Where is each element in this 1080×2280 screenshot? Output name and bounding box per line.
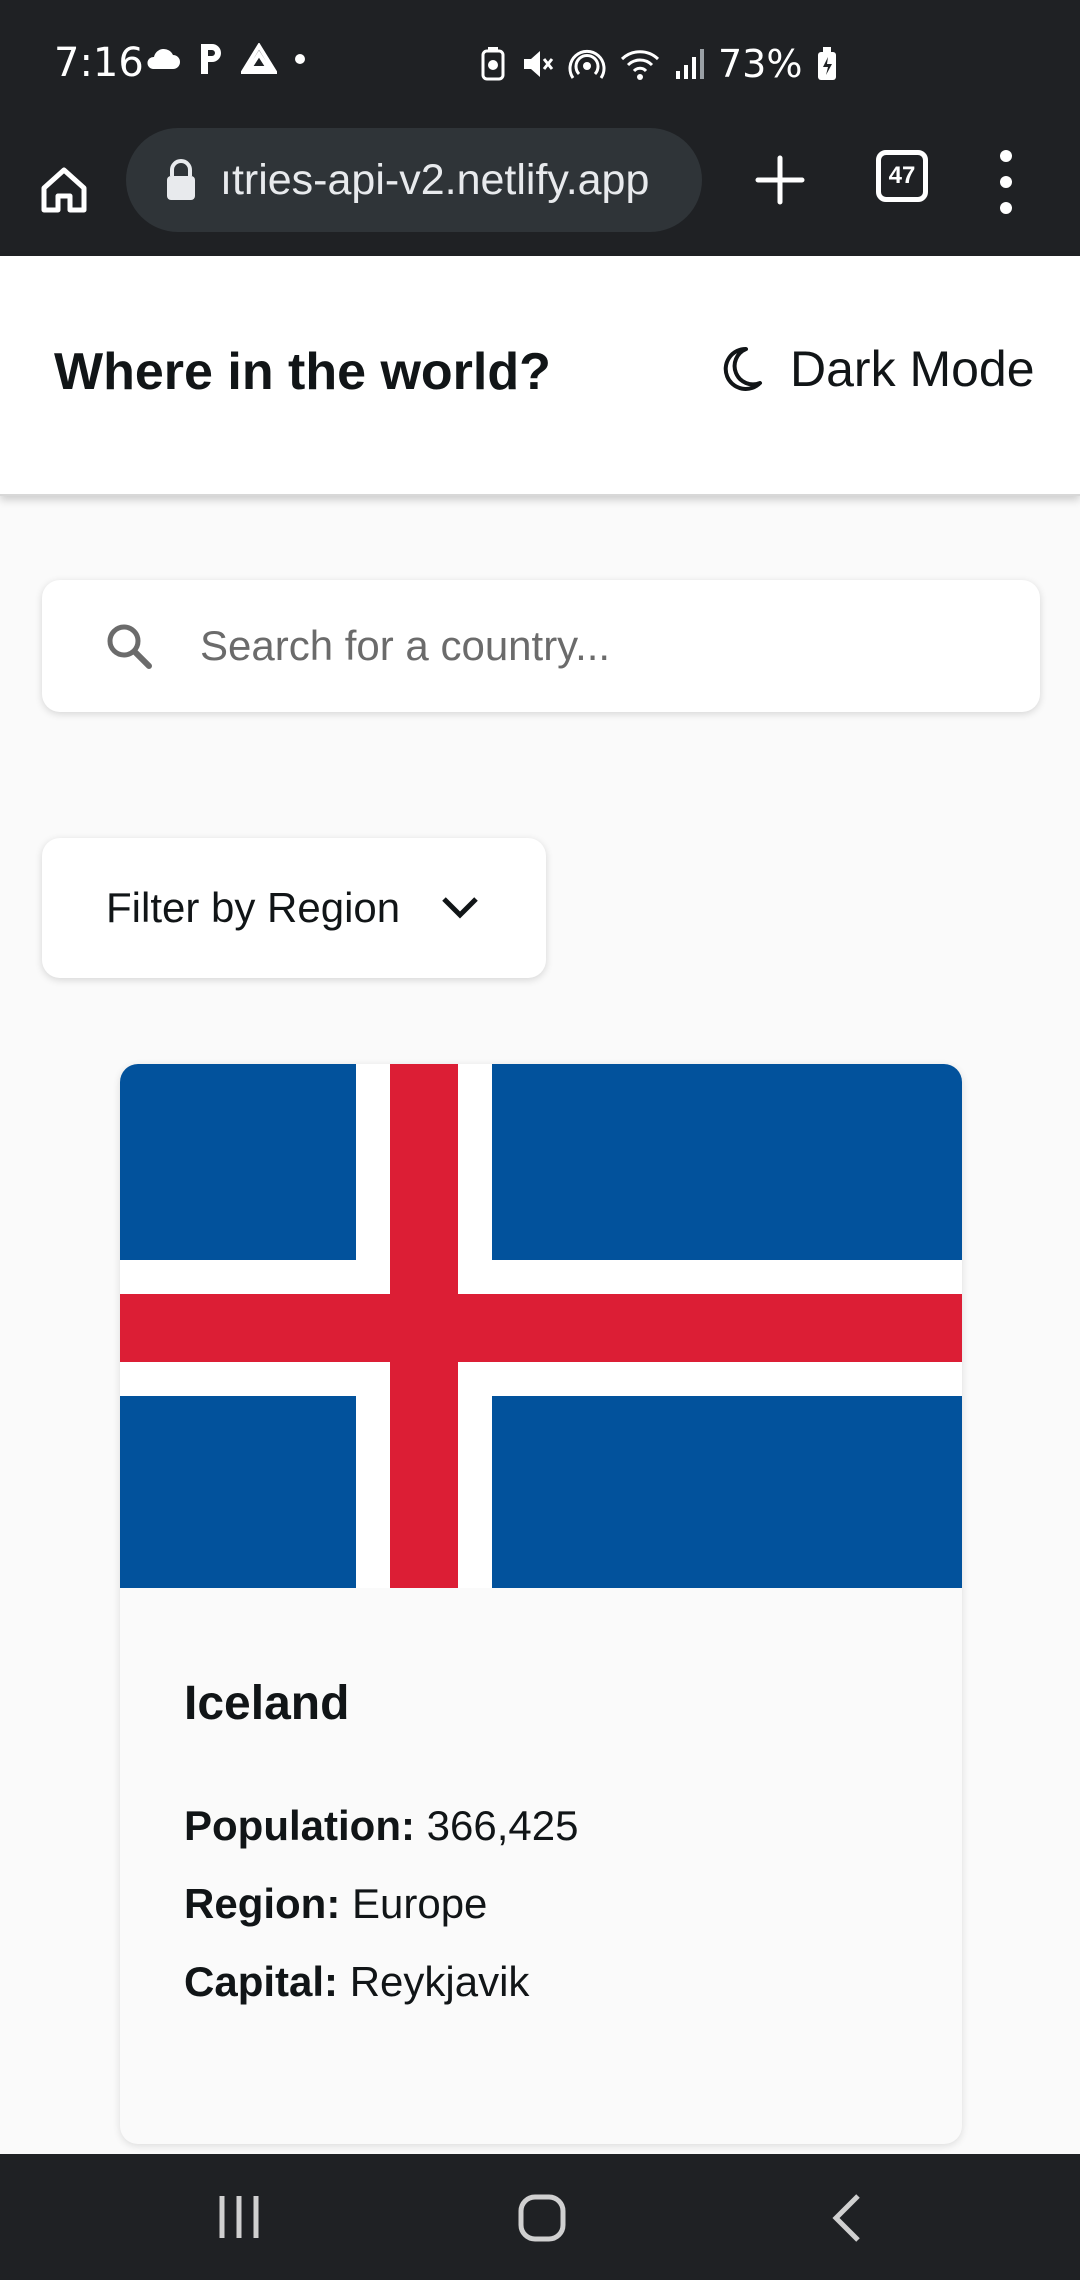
- page-title: Where in the world?: [54, 343, 551, 401]
- status-bar: 7:16 73%: [0, 0, 1080, 128]
- population-label: Population:: [184, 1802, 415, 1849]
- battery-saver-icon: [481, 47, 505, 81]
- mute-icon: [524, 51, 554, 77]
- chevron-down-icon: [442, 897, 478, 919]
- drive-icon: [241, 43, 277, 74]
- home-button[interactable]: [34, 154, 94, 226]
- search-icon: [107, 624, 152, 669]
- lock-icon: [167, 159, 195, 200]
- region-value: Europe: [351, 1880, 488, 1927]
- battery-percent: 73%: [718, 42, 803, 86]
- cloud-icon: [147, 48, 180, 69]
- browser-toolbar: ıtries-api-v2.netlify.app 47: [0, 128, 1080, 256]
- url-text: ıtries-api-v2.netlify.app: [220, 155, 650, 204]
- capital-label: Capital:: [184, 1958, 339, 2005]
- home-icon: [41, 167, 87, 213]
- back-icon[interactable]: [826, 2192, 866, 2244]
- tab-switcher-button[interactable]: 47: [876, 150, 928, 202]
- status-left-icons: [145, 42, 307, 76]
- region-label: Region:: [184, 1880, 341, 1927]
- country-card[interactable]: Iceland Population: 366,425 Region: Euro…: [120, 1064, 962, 2144]
- recent-apps-icon[interactable]: [214, 2192, 264, 2242]
- dark-mode-toggle[interactable]: Dark Mode: [716, 340, 1035, 398]
- capital-row: Capital: Reykjavik: [184, 1958, 529, 2006]
- flag-image: [120, 1064, 962, 1588]
- hotspot-icon: [568, 49, 606, 79]
- region-row: Region: Europe: [184, 1880, 487, 1928]
- signal-icon: [676, 49, 704, 79]
- dark-mode-label: Dark Mode: [790, 341, 1035, 397]
- population-value: 366,425: [426, 1802, 579, 1849]
- new-tab-button[interactable]: [752, 152, 808, 208]
- app-header: Where in the world? Dark Mode: [0, 256, 1080, 496]
- country-name: Iceland: [184, 1677, 350, 1730]
- status-right-icons: 73%: [480, 42, 838, 86]
- population-row: Population: 366,425: [184, 1802, 578, 1850]
- battery-icon: [818, 47, 837, 80]
- more-menu-button[interactable]: [996, 150, 1016, 214]
- filter-label: Filter by Region: [106, 884, 401, 931]
- moon-icon: [723, 346, 762, 391]
- system-navigation-bar: [0, 2154, 1080, 2280]
- dot-icon: [295, 54, 305, 64]
- search-box: [42, 580, 1040, 712]
- parking-icon: [201, 44, 221, 74]
- search-input[interactable]: [200, 622, 960, 670]
- address-bar[interactable]: ıtries-api-v2.netlify.app: [126, 128, 702, 232]
- status-time: 7:16: [54, 40, 144, 86]
- wifi-icon: [620, 50, 660, 80]
- capital-value: Reykjavik: [349, 1958, 530, 2005]
- home-nav-icon[interactable]: [516, 2192, 568, 2244]
- region-filter-dropdown[interactable]: Filter by Region: [42, 838, 546, 978]
